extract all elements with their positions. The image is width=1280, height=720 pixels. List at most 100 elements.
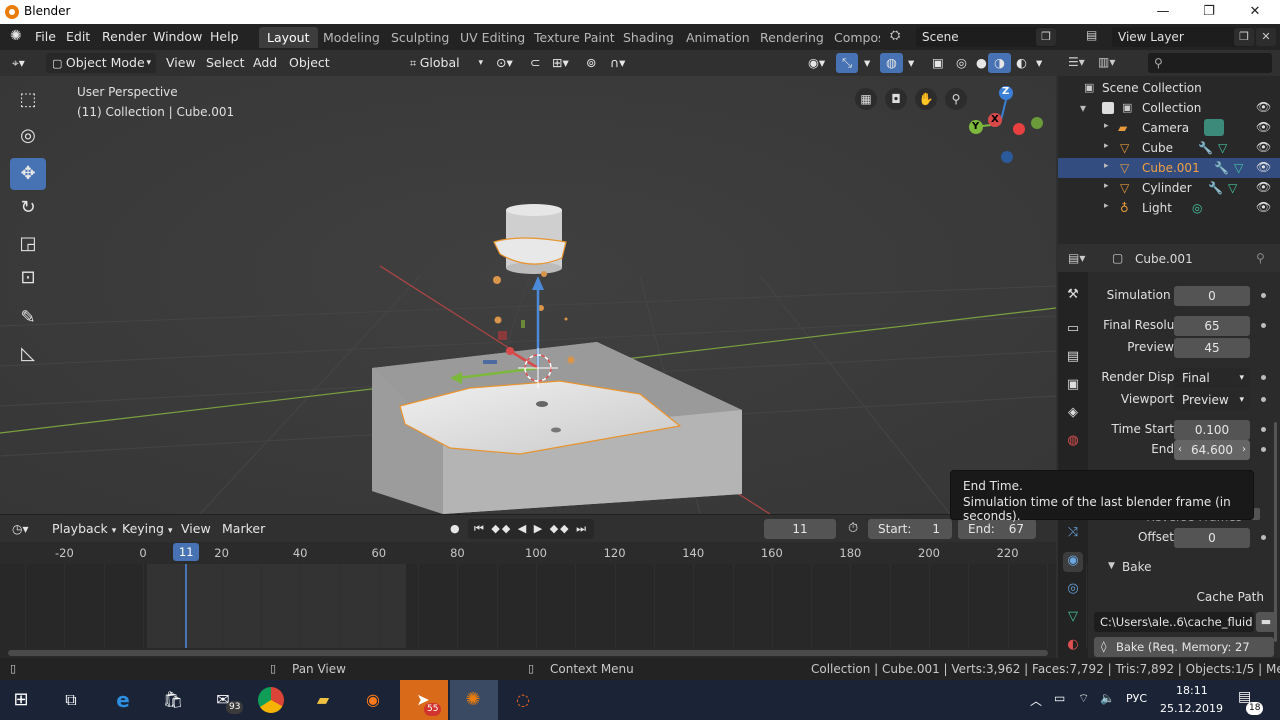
menu-render[interactable]: Render — [102, 29, 147, 44]
stopwatch-icon[interactable]: ⏱ — [842, 519, 864, 539]
wrench-icon[interactable]: 🔧 — [1214, 161, 1229, 175]
cache-path-input[interactable]: C:\Users\ale..6\cache_fluid — [1094, 612, 1254, 632]
record-icon[interactable]: ● — [444, 519, 466, 539]
chevron-right-icon[interactable]: ▸ — [1104, 141, 1109, 151]
outliner-collection[interactable]: ▾ ▣ Collection 👁 — [1058, 98, 1280, 118]
close-button[interactable]: ✕ — [1232, 0, 1278, 24]
mesh-data-icon[interactable]: ▽ — [1234, 161, 1243, 175]
menu-view[interactable]: View — [160, 53, 202, 73]
keyframe-dot[interactable] — [1261, 293, 1266, 298]
menu-help[interactable]: Help — [210, 29, 239, 44]
scene-tab-icon[interactable]: ◈ — [1064, 404, 1082, 422]
pan-hand-icon[interactable]: ✋ — [915, 88, 937, 110]
editor-type-icon[interactable]: ◷▾ — [6, 519, 35, 539]
checkbox-icon[interactable] — [1102, 102, 1114, 114]
view-layer-tab-icon[interactable]: ▣ — [1064, 376, 1082, 394]
outliner-scene-collection[interactable]: ▣ Scene Collection — [1058, 78, 1280, 98]
menu-select[interactable]: Select — [200, 53, 251, 73]
visibility-icon[interactable]: ◉▾ — [802, 53, 831, 73]
material-shading-icon[interactable]: ◑ — [988, 53, 1011, 73]
tab-modeling[interactable]: Modeling — [315, 27, 388, 48]
offset-field[interactable]: 0 — [1174, 528, 1250, 548]
scrollbar-thumb[interactable] — [8, 650, 1048, 656]
bake-panel-title[interactable]: Bake — [1122, 560, 1152, 574]
bake-button[interactable]: ◊ Bake (Req. Memory: 27 MB) — [1094, 637, 1274, 674]
eye-icon[interactable]: 👁 — [1256, 180, 1271, 194]
playback-menu[interactable]: Playback ▾ — [46, 519, 122, 539]
timeline-scrollbar[interactable] — [0, 648, 1056, 658]
outliner-item-light[interactable]: ▸ ♁ Light ◎ 👁 — [1058, 198, 1280, 218]
menu-window[interactable]: Window — [153, 29, 202, 44]
outliner-search-input[interactable]: ⚲ — [1148, 53, 1272, 73]
proportional-edit-icon[interactable]: ⊚ — [580, 53, 602, 73]
output-tab-icon[interactable]: ▤ — [1064, 348, 1082, 366]
playhead-line[interactable] — [185, 564, 188, 648]
chevron-down-icon[interactable]: ▾ — [902, 53, 920, 73]
outliner-item-camera[interactable]: ▸ ▰ Camera 👁 — [1058, 118, 1280, 138]
chevron-right-icon[interactable]: ▸ — [1104, 181, 1109, 191]
editor-type-icon[interactable]: ⌖▾ — [6, 53, 31, 73]
menu-file[interactable]: File — [35, 29, 56, 44]
scene-field[interactable]: Scene — [916, 27, 1056, 47]
tab-shading[interactable]: Shading — [615, 27, 682, 48]
chevron-down-icon[interactable]: ▼ — [1108, 561, 1115, 571]
editor-type-icon[interactable]: ▤▾ — [1068, 251, 1085, 265]
properties-scrollbar[interactable] — [1274, 422, 1277, 642]
menu-edit[interactable]: Edit — [66, 29, 90, 44]
editor-type-icon[interactable]: ☰▾ — [1068, 55, 1085, 69]
task-view-icon[interactable]: ⧉ — [56, 685, 86, 715]
mode-select[interactable]: ▢ Object Mode ▾ — [46, 53, 156, 73]
render-display-select[interactable]: Final ▾ — [1174, 368, 1250, 388]
falloff-icon[interactable]: ∩▾ — [604, 53, 631, 73]
chevron-down-icon[interactable]: ▾ — [1030, 53, 1048, 73]
eye-icon[interactable]: 👁 — [1256, 160, 1271, 174]
xray-icon[interactable]: ▣ — [926, 53, 950, 73]
minimize-button[interactable]: — — [1140, 0, 1186, 24]
menu-object[interactable]: Object — [283, 53, 336, 73]
chevron-up-icon[interactable]: ︿ — [1030, 692, 1042, 709]
eye-icon[interactable]: 👁 — [1256, 200, 1271, 214]
tab-animation[interactable]: Animation — [678, 27, 758, 48]
physics-tab-icon[interactable]: ◉ — [1063, 552, 1083, 572]
network-icon[interactable]: ▭ — [1054, 691, 1065, 705]
preview-resolution-field[interactable]: 45 — [1174, 338, 1250, 358]
tab-layout[interactable]: Layout — [259, 27, 318, 48]
folder-icon[interactable]: ▬ — [1256, 612, 1276, 632]
maximize-button[interactable]: ❐ — [1186, 0, 1232, 24]
keyframe-dot[interactable] — [1261, 447, 1266, 452]
clock-time[interactable]: 18:11 — [1176, 684, 1208, 697]
outliner-item-cube[interactable]: ▸ ▽ Cube 🔧 ▽ 👁 — [1058, 138, 1280, 158]
final-resolution-field[interactable]: 65 — [1174, 316, 1250, 336]
view-layer-field[interactable]: View Layer — [1112, 27, 1252, 47]
outliner-item-cube-001[interactable]: ▸ ▽ Cube.001 🔧 ▽ 👁 — [1058, 158, 1280, 178]
chevron-right-icon[interactable]: ▸ — [1104, 121, 1109, 131]
camera-view-icon[interactable]: ◘ — [885, 88, 907, 110]
light-data-icon[interactable]: ◎ — [1192, 201, 1202, 215]
mesh-data-icon[interactable]: ▽ — [1218, 141, 1227, 155]
keyframe-dot[interactable] — [1261, 427, 1266, 432]
start-frame-field[interactable]: Start: 1 — [868, 519, 952, 539]
playback-controls[interactable]: ⏮ ◆◆ ◀ ▶ ◆◆ ⏭ — [468, 519, 595, 539]
new-view-layer-icon[interactable]: ❐ — [1234, 28, 1254, 46]
keyframe-dot[interactable] — [1261, 397, 1266, 402]
pin-icon[interactable]: ⚲ — [1256, 251, 1265, 265]
file-explorer-icon[interactable]: ▰ — [308, 685, 338, 715]
tab-sculpting[interactable]: Sculpting — [383, 27, 457, 48]
eye-icon[interactable]: 👁 — [1256, 140, 1271, 154]
select-box-tool-icon[interactable]: ⬚ — [10, 84, 46, 116]
tab-uv-editing[interactable]: UV Editing — [452, 27, 533, 48]
edge-icon[interactable]: e — [108, 685, 138, 715]
annotate-tool-icon[interactable]: ✎ — [10, 302, 46, 334]
world-tab-icon[interactable]: ◍ — [1064, 432, 1082, 450]
firefox-icon[interactable]: ◉ — [358, 685, 388, 715]
time-start-field[interactable]: 0.100 — [1174, 420, 1250, 440]
constraints-tab-icon[interactable]: ◎ — [1064, 580, 1082, 598]
keyframe-dot[interactable] — [1261, 323, 1266, 328]
mesh-data-icon[interactable]: ▽ — [1228, 181, 1237, 195]
remove-view-layer-icon[interactable]: ✕ — [1256, 28, 1276, 46]
current-frame-field[interactable]: 11 — [764, 519, 836, 539]
scale-tool-icon[interactable]: ◲ — [10, 228, 46, 260]
chevron-right-icon[interactable]: ▸ — [1104, 201, 1109, 211]
keying-menu[interactable]: Keying ▾ — [116, 519, 179, 539]
simulation-field[interactable]: 0 — [1174, 286, 1250, 306]
